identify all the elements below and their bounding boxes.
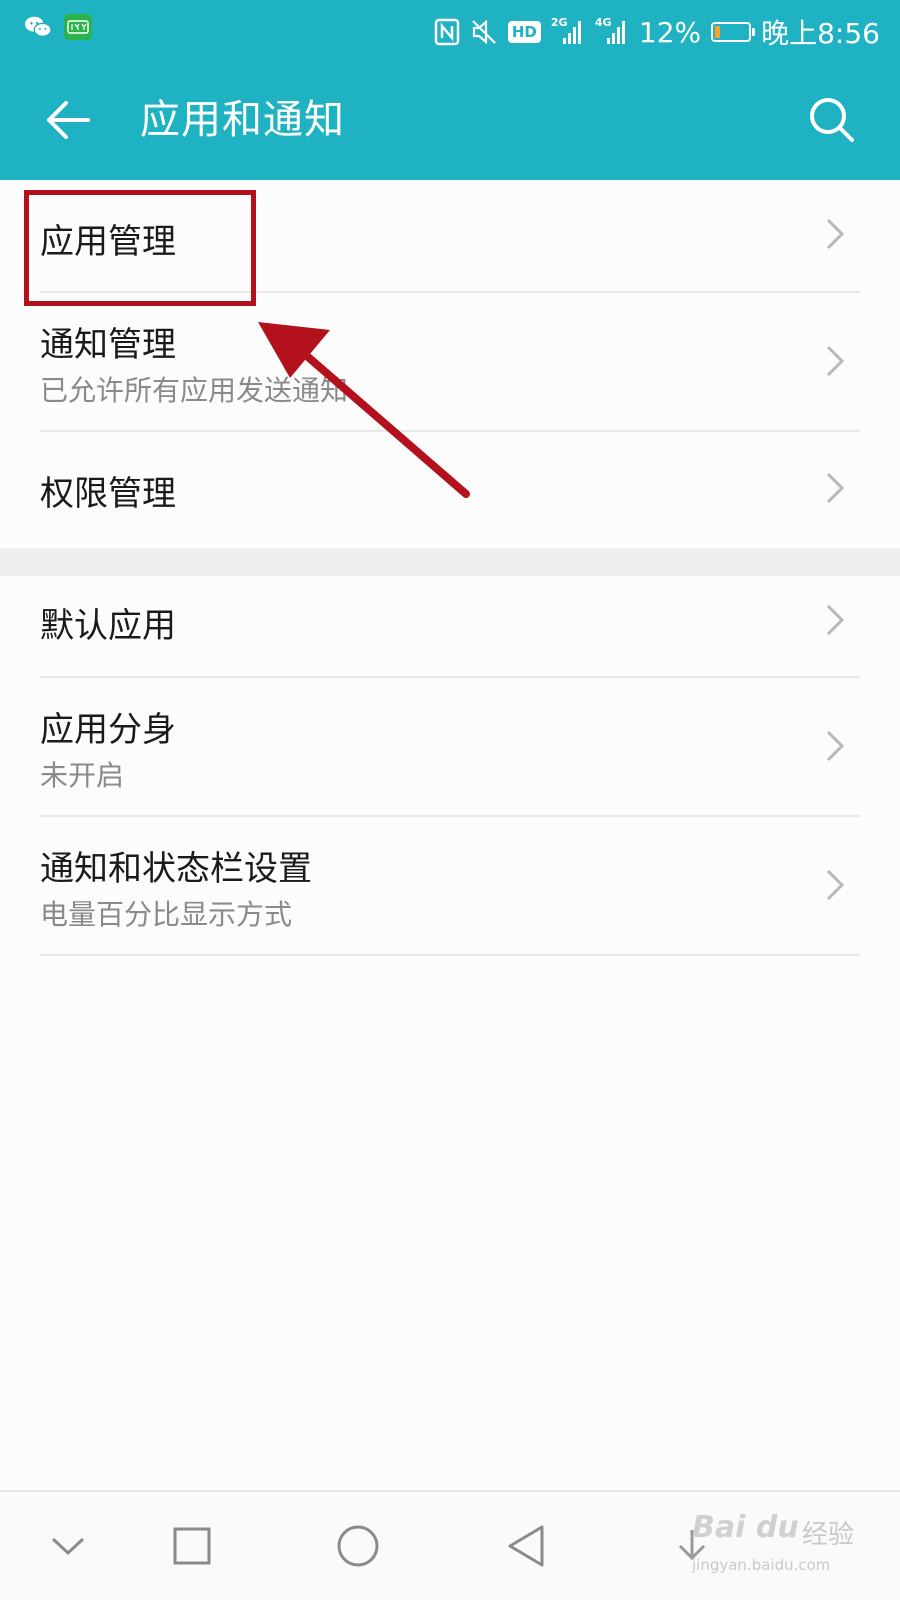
list-item-subtitle: 电量百分比显示方式	[40, 898, 293, 931]
watermark-brand: Bai du	[692, 1510, 799, 1545]
status-left-icons	[24, 14, 92, 40]
group-separator	[0, 548, 900, 576]
iqiyi-icon	[64, 14, 92, 40]
list-item-subtitle: 已允许所有应用发送通知	[40, 374, 349, 407]
list-item-label: 通知管理	[40, 325, 176, 365]
app-bar: 应用和通知	[0, 60, 900, 180]
back-triangle-icon[interactable]	[494, 1514, 558, 1578]
chevron-right-icon	[826, 218, 845, 250]
list-item-app-twin[interactable]: 应用分身 未开启	[0, 678, 900, 815]
mute-icon	[470, 18, 498, 46]
status-bar: HD 2G 4G 12% 晚上8:56	[0, 0, 900, 60]
list-item-label: 应用分身	[40, 710, 176, 750]
battery-icon	[711, 22, 756, 42]
top-bar: HD 2G 4G 12% 晚上8:56 应用和通知	[0, 0, 900, 180]
chevron-right-icon	[826, 730, 845, 762]
chevron-right-icon	[826, 604, 845, 636]
recents-square-icon[interactable]	[160, 1514, 224, 1578]
battery-fill	[715, 26, 721, 38]
list-item-label: 默认应用	[40, 606, 176, 646]
divider	[40, 954, 860, 956]
hd-icon: HD	[507, 21, 541, 43]
status-right-icons: HD 2G 4G 12% 晚上8:56	[434, 12, 880, 52]
home-circle-icon[interactable]	[326, 1514, 390, 1578]
status-time: 晚上8:56	[761, 17, 880, 50]
list-item-notification-status-bar[interactable]: 通知和状态栏设置 电量百分比显示方式	[0, 817, 900, 954]
signal-2g-icon: 2G	[551, 16, 585, 46]
search-icon[interactable]	[800, 88, 864, 152]
list-item-label: 权限管理	[40, 474, 176, 514]
list-item-permission-management[interactable]: 权限管理	[0, 432, 900, 548]
chevron-right-icon	[826, 472, 845, 504]
battery-percent: 12%	[638, 15, 702, 49]
nfc-icon	[434, 18, 460, 46]
settings-group-2: 默认应用 应用分身 未开启 通知和状态栏设置 电量百分比显示方式	[0, 576, 900, 1590]
back-arrow-icon[interactable]	[36, 88, 100, 152]
list-item-label: 通知和状态栏设置	[40, 849, 312, 889]
page-title: 应用和通知	[140, 97, 345, 143]
hide-chevron-icon[interactable]	[36, 1514, 100, 1578]
list-item-default-apps[interactable]: 默认应用	[0, 576, 900, 676]
baidu-watermark: Bai du 经验 jingyan.baidu.com	[692, 1510, 882, 1590]
signal-4g-icon: 4G	[595, 16, 629, 46]
watermark-url: jingyan.baidu.com	[692, 1556, 831, 1574]
list-item-subtitle: 未开启	[40, 759, 125, 792]
watermark-cn: 经验	[802, 1520, 855, 1550]
wechat-icon	[24, 15, 52, 39]
list-item-notification-management[interactable]: 通知管理 已允许所有应用发送通知	[0, 293, 900, 430]
chevron-right-icon	[826, 345, 845, 377]
chevron-right-icon	[826, 869, 845, 901]
highlight-box	[24, 190, 256, 306]
